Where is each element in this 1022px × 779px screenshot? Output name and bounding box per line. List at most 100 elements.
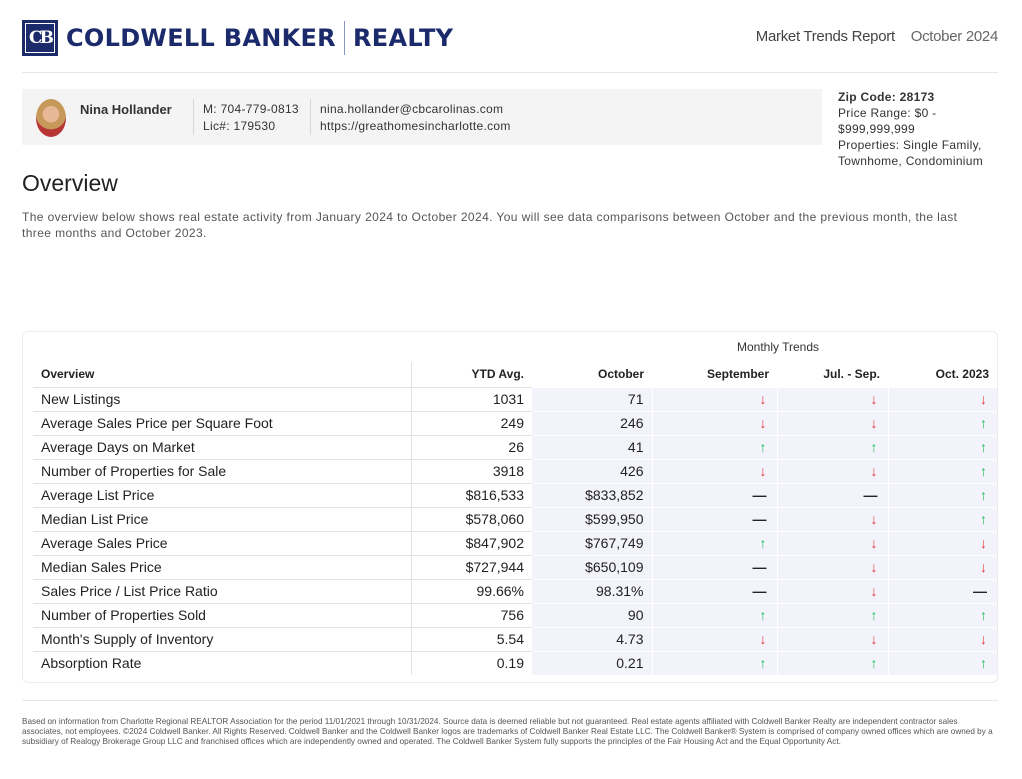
arrow-up-icon: ↑ (980, 415, 987, 431)
october-value: 98.31% (532, 578, 652, 603)
october-value: 71 (532, 386, 652, 411)
agent-name: Nina Hollander (80, 102, 172, 117)
cb-monogram-text: CB (25, 23, 55, 53)
column-header-metric: Overview (33, 362, 412, 387)
metric-label: Average Sales Price (33, 530, 412, 555)
column-header-october: October (597, 367, 644, 382)
arrow-up-icon: ↑ (759, 607, 767, 623)
arrow-down-icon: ↓ (759, 415, 767, 431)
report-title: Market Trends Report (755, 28, 895, 45)
arrow-down-icon: ↓ (759, 631, 767, 647)
arrow-down-icon: ↓ (980, 631, 987, 647)
prev-year-trend: ↑ (887, 506, 997, 531)
column-header-september: September (706, 367, 769, 382)
logo-divider (343, 21, 345, 55)
q3-trend: ↑ (776, 434, 888, 459)
dash-icon: — (973, 583, 987, 599)
arrow-up-icon: ↑ (980, 487, 987, 503)
agent-card: Nina Hollander M: 704-779-0813 Lic#: 179… (22, 89, 822, 145)
metric-label: Month's Supply of Inventory (33, 626, 412, 651)
zip-code: Zip Code: 28173 (838, 90, 935, 104)
dash-icon: — (752, 559, 767, 575)
prev-year-trend: ↑ (887, 434, 997, 459)
table-row: Number of Properties Sold 756 90 ↑ ↑ ↑ (33, 602, 997, 627)
prev-year-trend: ↓ (887, 554, 997, 579)
october-value: 426 (532, 458, 652, 483)
agent-avatar (36, 99, 66, 137)
october-value: 0.21 (532, 650, 652, 675)
arrow-up-icon: ↑ (980, 439, 987, 455)
q3-trend: ↓ (776, 554, 888, 579)
arrow-up-icon: ↑ (870, 655, 878, 672)
agent-email-link[interactable]: nina.hollander@cbcarolinas.com (320, 101, 511, 118)
october-value: 41 (532, 434, 652, 459)
table-row: Number of Properties for Sale 3918 426 ↓ ↓ ↑ (33, 458, 997, 483)
agent-links: nina.hollander@cbcarolinas.com https://g… (320, 101, 511, 135)
dash-icon: — (752, 487, 767, 503)
q3-trend: ↓ (776, 578, 888, 603)
agent-divider (193, 99, 194, 135)
arrow-up-icon: ↑ (980, 607, 987, 623)
arrow-down-icon: ↓ (870, 391, 878, 407)
table-row: Absorption Rate 0.19 0.21 ↑ ↑ ↑ (33, 650, 997, 675)
ytd-value: 3918 (411, 458, 532, 483)
prev-year-trend: ↓ (887, 530, 997, 555)
october-value: 90 (532, 602, 652, 627)
table-row: Month's Supply of Inventory 5.54 4.73 ↓ ↓ ↓ (33, 626, 997, 651)
september-trend: ↑ (651, 530, 777, 555)
arrow-down-icon: ↓ (759, 463, 767, 479)
arrow-down-icon: ↓ (870, 631, 878, 647)
disclaimer: Based on information from Charlotte Regi… (22, 700, 998, 747)
arrow-down-icon: ↓ (980, 391, 987, 407)
q3-trend: ↓ (776, 386, 888, 411)
arrow-down-icon: ↓ (980, 559, 987, 575)
ytd-value: 99.66% (411, 578, 532, 603)
prev-year-trend: ↑ (887, 458, 997, 483)
dash-icon: — (752, 511, 767, 527)
prev-year-trend: ↑ (887, 650, 997, 675)
metric-label: Number of Properties Sold (33, 602, 412, 627)
september-trend: — (651, 578, 777, 603)
september-trend: ↑ (651, 650, 777, 675)
metric-label: Number of Properties for Sale (33, 458, 412, 483)
q3-trend: ↑ (776, 602, 888, 627)
overview-table: Overview YTD Avg. October September Jul.… (33, 362, 997, 675)
ytd-value: $727,944 (411, 554, 532, 579)
ytd-value: $847,902 (411, 530, 532, 555)
overview-description: The overview below shows real estate act… (22, 210, 958, 240)
september-trend: — (651, 482, 777, 507)
agent-website-link[interactable]: https://greathomesincharlotte.com (320, 118, 511, 135)
prev-year-trend: ↑ (887, 482, 997, 507)
ytd-value: $578,060 (411, 506, 532, 531)
arrow-up-icon: ↑ (759, 535, 767, 551)
september-trend: ↓ (651, 458, 777, 483)
prev-year-trend: — (887, 578, 997, 603)
ytd-value: 26 (411, 434, 532, 459)
report-header: CB COLDWELL BANKER REALTY Market Trends … (22, 19, 998, 73)
metric-label: Median Sales Price (33, 554, 412, 579)
september-trend: ↑ (651, 602, 777, 627)
table-row: Average Sales Price $847,902 $767,749 ↑ ↓ ↓ (33, 530, 997, 555)
agent-divider (310, 99, 311, 135)
ytd-value: 756 (411, 602, 532, 627)
arrow-down-icon: ↓ (870, 583, 878, 599)
prev-year-trend: ↓ (887, 626, 997, 651)
table-body: New Listings 1031 71 ↓ ↓ ↓ Average Sales Price… (33, 386, 997, 675)
metric-label: Average Sales Price per Square Foot (33, 410, 412, 435)
column-header-ytd: YTD Avg. (471, 367, 524, 382)
october-value: $599,950 (532, 506, 652, 531)
ytd-value: $816,533 (411, 482, 532, 507)
q3-trend: ↓ (776, 530, 888, 555)
metric-label: Sales Price / List Price Ratio (33, 578, 412, 603)
column-header-jul-sep: Jul. - Sep. (823, 367, 880, 382)
ytd-value: 1031 (411, 386, 532, 411)
column-header-oct-2023: Oct. 2023 (935, 367, 989, 382)
arrow-down-icon: ↓ (980, 535, 987, 551)
september-trend: ↓ (651, 386, 777, 411)
table-row: Average List Price $816,533 $833,852 — — ↑ (33, 482, 997, 507)
agent-mobile: M: 704-779-0813 (203, 102, 299, 116)
q3-trend: — (776, 482, 888, 507)
september-trend: ↓ (651, 626, 777, 651)
brand-suffix: REALTY (352, 24, 454, 52)
table-header-row: Overview YTD Avg. October September Jul.… (33, 362, 997, 387)
